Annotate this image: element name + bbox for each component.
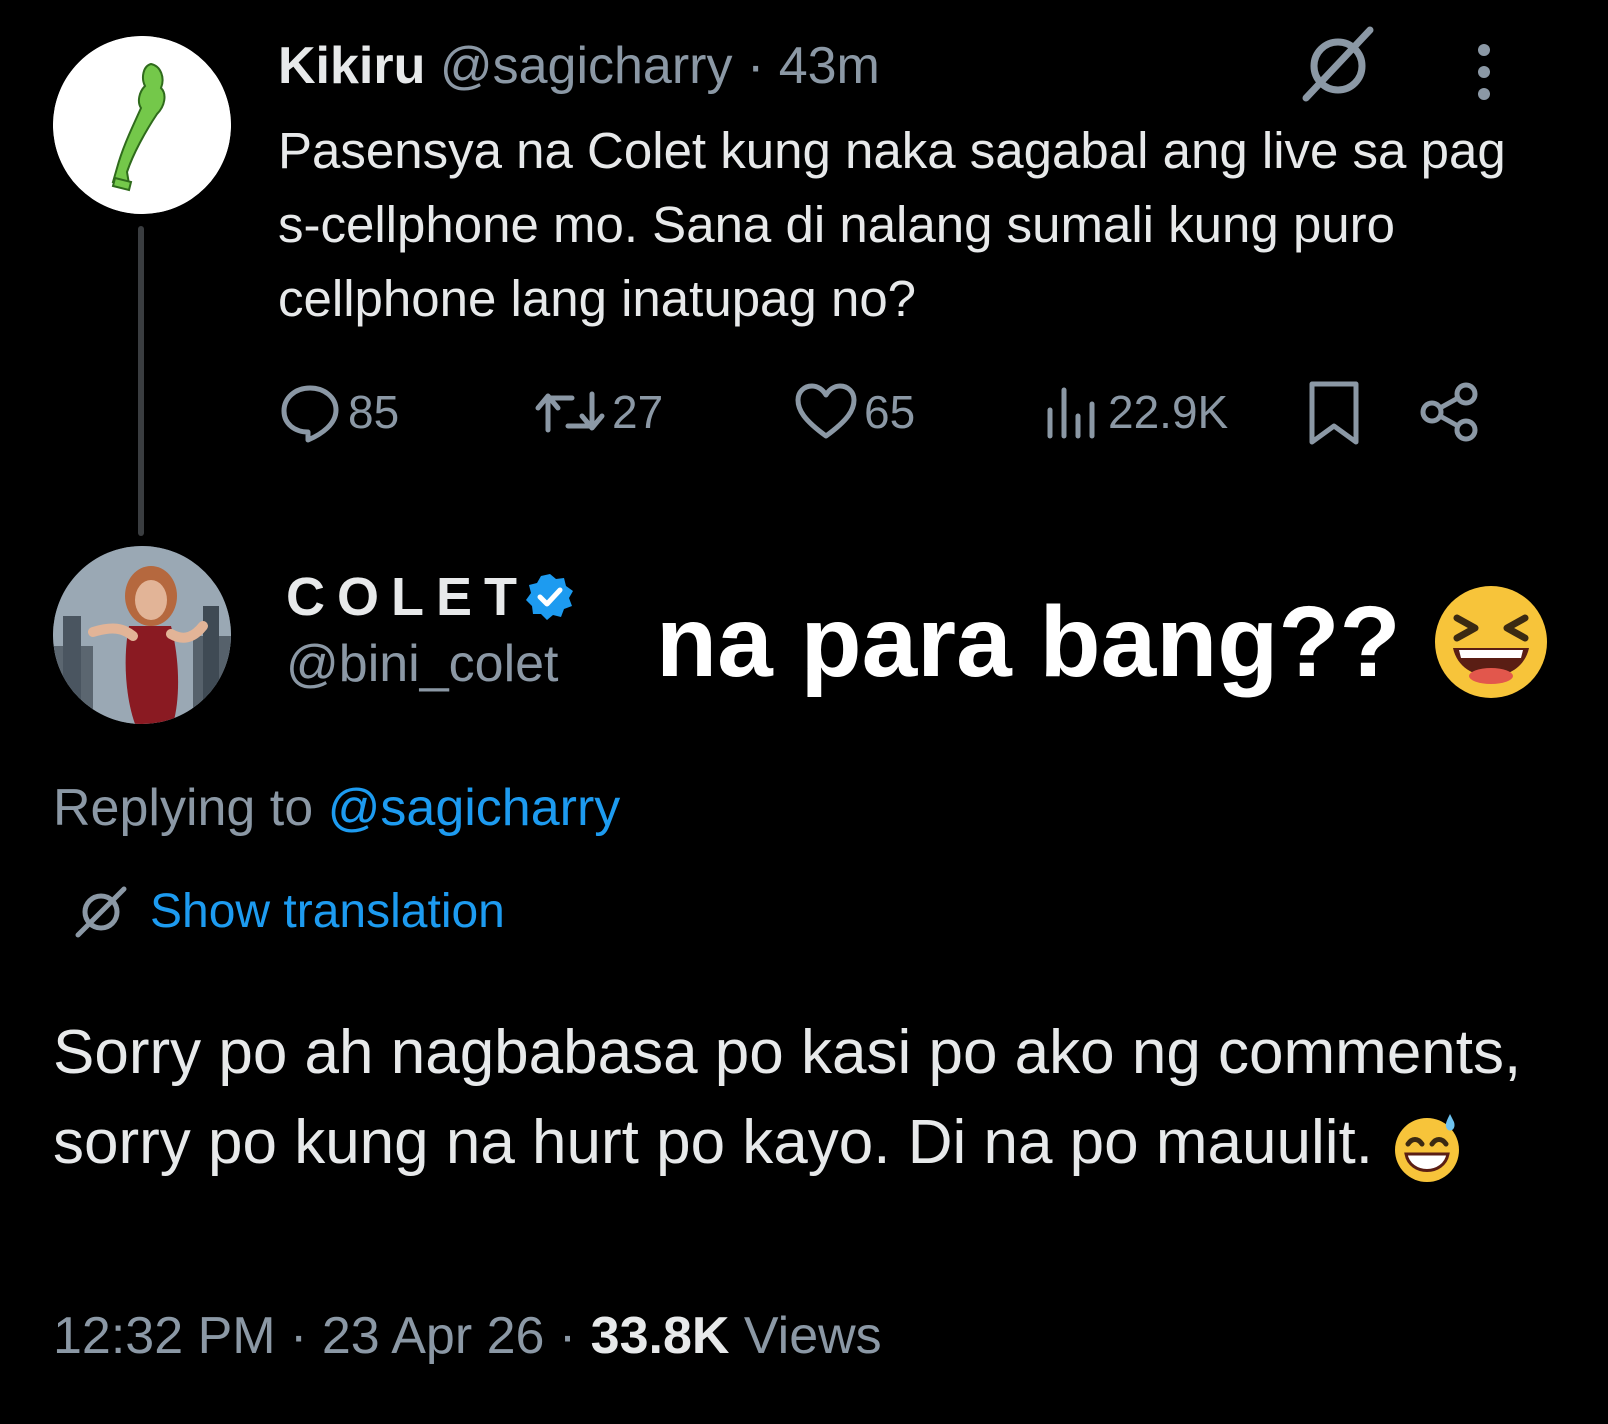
tweet2-text-block: Sorry po ah nagbabasa po kasi po ako ng … — [53, 1008, 1573, 1188]
laughing-emoji — [1434, 586, 1547, 698]
show-translation-label: Show translation — [150, 885, 505, 938]
like-count: 65 — [864, 386, 916, 438]
thread-connector-line — [138, 226, 144, 536]
retweet-icon — [535, 391, 605, 433]
retweet-button[interactable]: 27 — [534, 380, 663, 444]
reply-count: 85 — [348, 386, 400, 438]
tweet2-display-name-row: COLET — [286, 566, 575, 628]
separator-dot: · — [746, 37, 765, 95]
verified-badge-icon — [526, 574, 573, 620]
views-button[interactable]: 22.9K — [1042, 380, 1228, 444]
separator-dot: · — [290, 1307, 308, 1365]
tweet2-display-name[interactable]: COLET — [286, 566, 529, 628]
tweet2-text: Sorry po ah nagbabasa po kasi po ako ng … — [53, 1018, 1522, 1177]
tweet1-header: Kikiru @sagicharry · 43m — [278, 36, 880, 96]
show-translation-button[interactable]: Show translation — [74, 884, 505, 939]
reply-button[interactable]: 85 — [278, 380, 399, 444]
tweet1-handle[interactable]: @sagicharry — [440, 37, 733, 95]
retweet-count: 27 — [612, 386, 664, 438]
translate-icon — [75, 886, 127, 937]
share-button[interactable] — [1418, 380, 1482, 444]
colet-avatar[interactable] — [53, 546, 231, 724]
tweet2-time[interactable]: 12:32 PM — [53, 1307, 276, 1365]
views-icon — [1047, 387, 1095, 439]
tweet1-time[interactable]: 43m — [779, 37, 880, 95]
separator-dot: · — [558, 1307, 577, 1365]
tweet1-text: Pasensya na Colet kung naka sagabal ang … — [278, 122, 1506, 327]
overlay-caption-row: na para bang?? — [656, 582, 1551, 702]
overlay-caption: na para bang?? — [656, 585, 1401, 698]
tweet1-display-name[interactable]: Kikiru — [278, 37, 425, 95]
sweat-smile-emoji — [1395, 1113, 1460, 1182]
reply-icon — [281, 385, 339, 443]
tweet2-handle[interactable]: @bini_colet — [286, 634, 559, 694]
tweet2-views-label: Views — [743, 1307, 882, 1365]
tweet2-meta: 12:32 PM · 23 Apr 26 · 33.8K Views — [53, 1306, 882, 1366]
grok-icon[interactable] — [1298, 26, 1378, 111]
views-count: 22.9K — [1108, 386, 1229, 438]
kikiru-avatar[interactable] — [53, 36, 231, 214]
tweet2-views-count: 33.8K — [590, 1307, 730, 1365]
like-button[interactable]: 65 — [794, 380, 915, 444]
bookmark-icon — [1309, 381, 1359, 445]
share-icon — [1420, 382, 1478, 442]
replying-to-handle-link[interactable]: @sagicharry — [328, 779, 621, 837]
replying-to-line: Replying to @sagicharry — [53, 778, 620, 838]
tweet2-date[interactable]: 23 Apr 26 — [322, 1307, 545, 1365]
tweet1-action-bar: 85 27 65 22.9K — [278, 380, 1518, 450]
more-icon[interactable] — [1476, 42, 1492, 107]
bookmark-button[interactable] — [1306, 380, 1362, 448]
replying-to-label: Replying to — [53, 779, 314, 837]
like-icon — [795, 383, 857, 439]
